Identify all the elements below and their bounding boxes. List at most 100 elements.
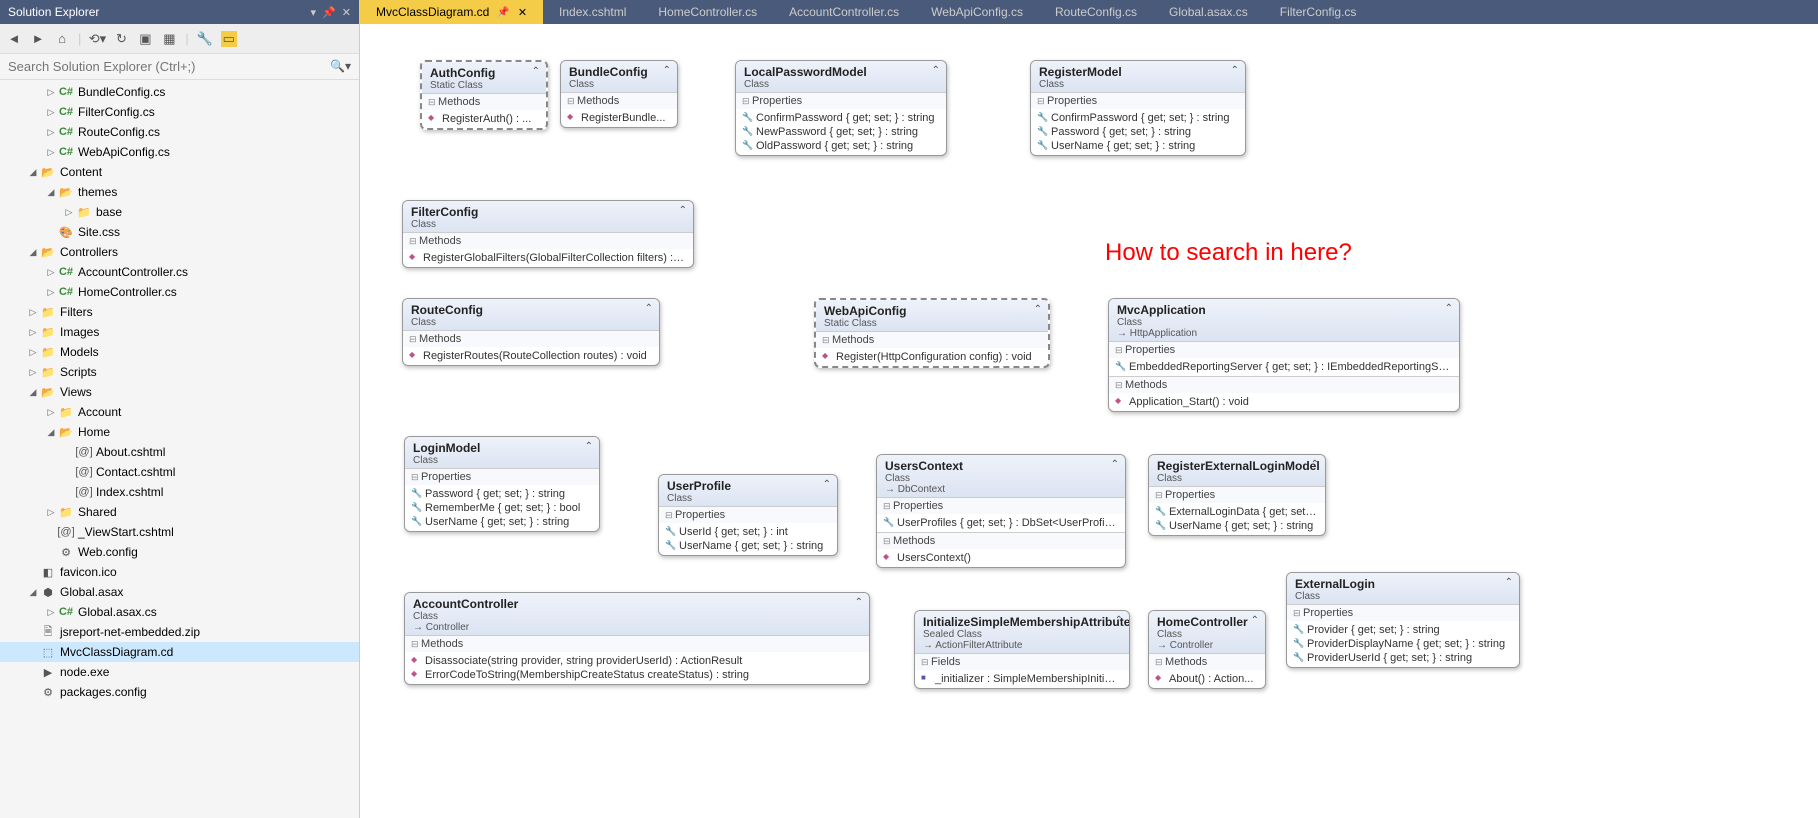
expand-icon[interactable]: ▷ [44, 127, 58, 138]
class-box[interactable]: ExternalLoginClass⌃PropertiesProvider { … [1286, 572, 1520, 668]
tree-item[interactable]: [@]_ViewStart.cshtml [0, 522, 359, 542]
class-member[interactable]: NewPassword { get; set; } : string [736, 125, 946, 139]
class-box[interactable]: AuthConfigStatic Class⌃MethodsRegisterAu… [420, 60, 548, 130]
tree-item[interactable]: ◧favicon.ico [0, 562, 359, 582]
class-box[interactable]: LoginModelClass⌃PropertiesPassword { get… [404, 436, 600, 532]
class-box[interactable]: WebApiConfigStatic Class⌃MethodsRegister… [814, 298, 1050, 368]
solution-explorer-tree[interactable]: ▷C#BundleConfig.cs▷C#FilterConfig.cs▷C#R… [0, 80, 359, 818]
tree-item[interactable]: ▷C#AccountController.cs [0, 262, 359, 282]
class-member[interactable]: ErrorCodeToString(MembershipCreateStatus… [405, 668, 869, 682]
expand-icon[interactable]: ▷ [44, 287, 58, 298]
class-box[interactable]: HomeControllerClass→ Controller⌃MethodsA… [1148, 610, 1266, 689]
section-header[interactable]: Methods [877, 533, 1125, 549]
class-member[interactable]: RegisterRoutes(RouteCollection routes) :… [403, 349, 659, 363]
class-member[interactable]: ProviderUserId { get; set; } : string [1287, 651, 1519, 665]
document-tab[interactable]: MvcClassDiagram.cd📌✕ [360, 0, 543, 24]
properties-icon[interactable]: 🔧 [197, 31, 213, 47]
expand-icon[interactable]: ▷ [44, 407, 58, 418]
class-member[interactable]: Password { get; set; } : string [1031, 125, 1245, 139]
class-member[interactable]: UserName { get; set; } : string [1031, 139, 1245, 153]
class-box[interactable]: FilterConfigClass⌃MethodsRegisterGlobalF… [402, 200, 694, 268]
tree-item[interactable]: ▷C#RouteConfig.cs [0, 122, 359, 142]
section-header[interactable]: Properties [405, 469, 599, 485]
home-icon[interactable]: ⌂ [54, 31, 70, 47]
section-header[interactable]: Fields [915, 654, 1129, 670]
class-member[interactable]: UserProfiles { get; set; } : DbSet<UserP… [877, 516, 1125, 530]
expand-icon[interactable]: ▷ [44, 607, 58, 618]
collapse-icon[interactable]: ⌃ [1251, 615, 1259, 626]
class-box[interactable]: BundleConfigClass⌃MethodsRegisterBundle.… [560, 60, 678, 128]
class-member[interactable]: EmbeddedReportingServer { get; set; } : … [1109, 360, 1459, 374]
class-member[interactable]: Provider { get; set; } : string [1287, 623, 1519, 637]
tree-item[interactable]: ◢📂Home [0, 422, 359, 442]
tree-item[interactable]: ⚙Web.config [0, 542, 359, 562]
tree-item[interactable]: ⚙packages.config [0, 682, 359, 702]
tree-item[interactable]: ▷C#WebApiConfig.cs [0, 142, 359, 162]
collapse-icon[interactable]: ⌃ [1231, 65, 1239, 76]
section-header[interactable]: Properties [1031, 93, 1245, 109]
tree-item[interactable]: [@]Index.cshtml [0, 482, 359, 502]
forward-icon[interactable]: ► [30, 31, 46, 47]
tree-item[interactable]: 🗎jsreport-net-embedded.zip [0, 622, 359, 642]
expand-icon[interactable]: ▷ [44, 107, 58, 118]
document-tab[interactable]: AccountController.cs [773, 0, 915, 24]
document-tab[interactable]: RouteConfig.cs [1039, 0, 1153, 24]
class-member[interactable]: Disassociate(string provider, string pro… [405, 654, 869, 668]
class-member[interactable]: ConfirmPassword { get; set; } : string [1031, 111, 1245, 125]
section-header[interactable]: Properties [1287, 605, 1519, 621]
expand-icon[interactable]: ◢ [44, 427, 58, 438]
class-member[interactable]: UserName { get; set; } : string [1149, 519, 1325, 533]
expand-icon[interactable]: ▷ [44, 507, 58, 518]
expand-icon[interactable]: ◢ [26, 247, 40, 258]
collapse-icon[interactable]: ⌃ [585, 441, 593, 452]
collapse-icon[interactable]: ⌃ [855, 597, 863, 608]
close-tab-icon[interactable]: ✕ [518, 6, 527, 19]
class-diagram-canvas[interactable]: How to search in here? AuthConfigStatic … [360, 24, 1818, 818]
tree-item[interactable]: ▷📁base [0, 202, 359, 222]
section-header[interactable]: Methods [1109, 377, 1459, 393]
class-member[interactable]: Password { get; set; } : string [405, 487, 599, 501]
pin-icon[interactable]: 📌 [497, 7, 509, 18]
expand-icon[interactable]: ▷ [26, 327, 40, 338]
section-header[interactable]: Properties [1109, 342, 1459, 358]
tree-item[interactable]: ▷📁Scripts [0, 362, 359, 382]
collapse-icon[interactable]: ⌃ [645, 303, 653, 314]
search-icon[interactable]: 🔍▾ [330, 59, 351, 73]
tree-item[interactable]: ▷C#BundleConfig.cs [0, 82, 359, 102]
section-header[interactable]: Methods [403, 331, 659, 347]
class-box[interactable]: UsersContextClass→ DbContext⌃PropertiesU… [876, 454, 1126, 568]
tree-item[interactable]: ▶node.exe [0, 662, 359, 682]
document-tab[interactable]: HomeController.cs [642, 0, 773, 24]
document-tab[interactable]: WebApiConfig.cs [915, 0, 1039, 24]
expand-icon[interactable]: ◢ [26, 587, 40, 598]
tree-item[interactable]: ◢📂Views [0, 382, 359, 402]
collapse-icon[interactable]: ⌃ [823, 479, 831, 490]
tree-item[interactable]: ▷📁Models [0, 342, 359, 362]
search-input[interactable] [0, 54, 359, 79]
collapse-icon[interactable]: ▣ [137, 31, 153, 47]
tree-item[interactable]: ◢📂Controllers [0, 242, 359, 262]
collapse-icon[interactable]: ⌃ [1034, 304, 1042, 315]
section-header[interactable]: Methods [405, 636, 869, 652]
document-tab[interactable]: FilterConfig.cs [1264, 0, 1373, 24]
tree-item[interactable]: ◢⬢Global.asax [0, 582, 359, 602]
class-box[interactable]: MvcApplicationClass→ HttpApplication⌃Pro… [1108, 298, 1460, 412]
class-member[interactable]: RememberMe { get; set; } : bool [405, 501, 599, 515]
tree-item[interactable]: ▷📁Shared [0, 502, 359, 522]
tree-item[interactable]: ▷C#FilterConfig.cs [0, 102, 359, 122]
class-member[interactable]: ExternalLoginData { get; set;... [1149, 505, 1325, 519]
section-header[interactable]: Properties [877, 498, 1125, 514]
tree-item[interactable]: ▷📁Account [0, 402, 359, 422]
class-member[interactable]: RegisterAuth() : ... [422, 112, 546, 126]
class-member[interactable]: ConfirmPassword { get; set; } : string [736, 111, 946, 125]
expand-icon[interactable]: ▷ [26, 347, 40, 358]
tree-item[interactable]: ▷📁Images [0, 322, 359, 342]
tree-item[interactable]: ▷C#Global.asax.cs [0, 602, 359, 622]
show-all-icon[interactable]: ▦ [161, 31, 177, 47]
section-header[interactable]: Properties [736, 93, 946, 109]
tree-item[interactable]: ◢📂Content [0, 162, 359, 182]
sync-icon[interactable]: ⟲▾ [89, 31, 105, 47]
class-member[interactable]: OldPassword { get; set; } : string [736, 139, 946, 153]
class-box[interactable]: RegisterExternalLoginModelClass⌃Properti… [1148, 454, 1326, 536]
dropdown-icon[interactable]: ▾ [311, 6, 317, 19]
